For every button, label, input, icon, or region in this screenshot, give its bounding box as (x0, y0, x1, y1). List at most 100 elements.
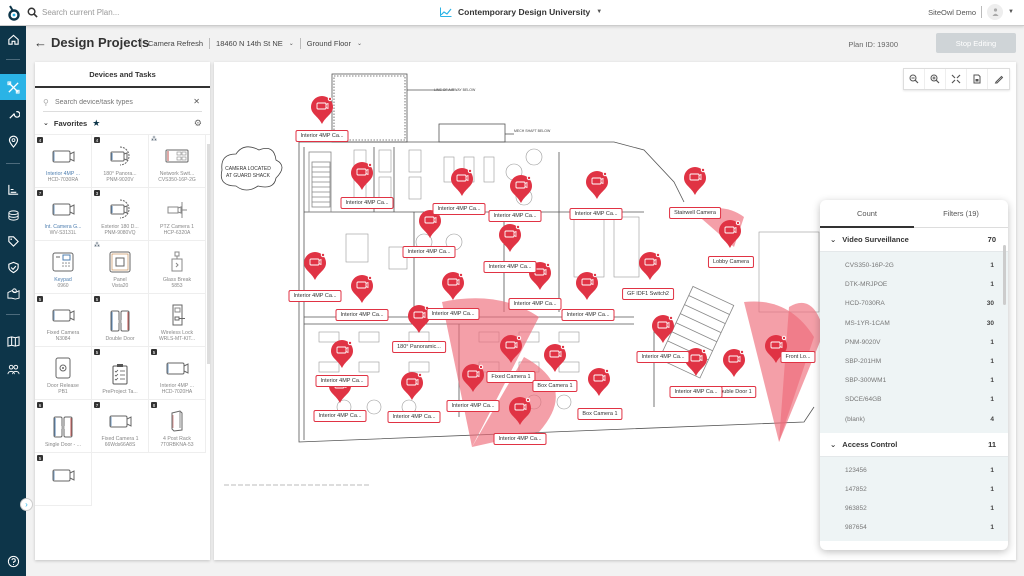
count-row[interactable]: SDCE/64GB 1 (820, 390, 1008, 409)
device-tile[interactable]: ⁂ Network Swit... CVS350-16P-2G (149, 135, 206, 188)
device-label[interactable]: GF IDF1 Switch2 (622, 288, 674, 300)
device-label[interactable]: Interior 4MP Ca... (493, 433, 547, 445)
device-tile[interactable]: 5 Double Door (92, 294, 149, 347)
device-label[interactable]: Box Camera 1 (577, 408, 623, 420)
nav-sites[interactable] (0, 280, 26, 306)
device-marker[interactable] (588, 368, 610, 396)
device-tile[interactable]: 5 PreProject Ta... (92, 347, 149, 400)
device-label[interactable]: Interior 4MP Ca... (313, 410, 367, 422)
device-label[interactable]: Interior 4MP Ca... (335, 309, 389, 321)
count-row[interactable]: (blank) 4 (820, 410, 1008, 429)
nav-users[interactable] (0, 356, 26, 382)
avatar[interactable] (987, 4, 1004, 20)
device-tile[interactable]: 5 Interior 4MP ... HCD-7020HA (149, 347, 206, 400)
chevron-down-icon[interactable]: ▼ (1008, 9, 1014, 15)
device-tile[interactable]: Keypad 0960 (35, 241, 92, 294)
device-label[interactable]: Interior 4MP Ca... (432, 203, 486, 215)
device-label[interactable]: Interior 4MP Ca... (488, 210, 542, 222)
count-row[interactable]: MS-1YR-1CAM 30 (820, 314, 1008, 333)
nav-layers[interactable] (0, 202, 26, 228)
device-label[interactable]: Interior 4MP Ca... (340, 197, 394, 209)
device-tile[interactable]: 4 Interior 4MP ... HCD-7030RA (35, 135, 92, 188)
device-tile[interactable]: PTZ Camera 1 HCP-6320A (149, 188, 206, 241)
device-tile[interactable]: 5 Fixed Camera N3084 (35, 294, 92, 347)
device-marker[interactable] (331, 340, 353, 368)
device-label[interactable]: Interior 4MP Ca... (387, 411, 441, 423)
gear-icon[interactable]: ⚙ (194, 118, 202, 129)
nav-help[interactable] (0, 548, 26, 574)
edit-button[interactable] (988, 69, 1009, 89)
export-button[interactable] (967, 69, 988, 89)
device-label[interactable]: Stairwell Camera (669, 207, 721, 219)
fit-screen-button[interactable] (946, 69, 967, 89)
count-row[interactable]: 123456 1 (820, 461, 1008, 480)
device-label[interactable]: Interior 4MP Ca... (288, 290, 342, 302)
device-tile[interactable]: 84 Post Rack 7T0RBKNA-53 (149, 400, 206, 453)
device-marker[interactable] (586, 171, 608, 199)
device-tile[interactable]: 5 (35, 453, 92, 506)
device-label[interactable]: Interior 4MP Ca... (295, 130, 349, 142)
device-marker[interactable] (351, 275, 373, 303)
device-label[interactable]: Interior 4MP Ca... (402, 246, 456, 258)
device-marker[interactable] (401, 372, 423, 400)
device-marker[interactable] (499, 224, 521, 252)
tab-filters[interactable]: Filters (19) (914, 200, 1008, 227)
count-row[interactable]: SBP-201HM 1 (820, 352, 1008, 371)
device-tile[interactable]: ⁂ Panel Vista20 (92, 241, 149, 294)
device-label[interactable]: Front Lo... (780, 351, 816, 363)
nav-design[interactable] (0, 74, 26, 100)
device-tile[interactable]: 7 Int. Camera G... WV-S3131L (35, 188, 92, 241)
device-label[interactable]: Interior 4MP Ca... (669, 386, 723, 398)
breadcrumb-project[interactable]: Camera Refresh (148, 39, 203, 48)
device-tile[interactable]: 7 Fixed Camera 1 66Wds66A8S (92, 400, 149, 453)
count-row[interactable]: 963852 1 (820, 499, 1008, 518)
organization-selector[interactable]: Contemporary Design University ▼ (440, 7, 602, 17)
count-scrollbar[interactable] (1003, 245, 1006, 305)
device-tile[interactable]: Door Release PB1 (35, 347, 92, 400)
device-label[interactable]: Interior 4MP Ca... (569, 208, 623, 220)
device-marker[interactable] (652, 315, 674, 343)
device-marker[interactable] (544, 344, 566, 372)
device-search-input[interactable] (55, 96, 185, 108)
device-label[interactable]: Interior 4MP Ca... (426, 308, 480, 320)
device-tile[interactable]: 6 Single Door - ... (35, 400, 92, 453)
chevron-down-icon[interactable]: ⌄ (289, 40, 294, 47)
zoom-in-button[interactable] (925, 69, 946, 89)
device-marker[interactable] (451, 168, 473, 196)
nav-security[interactable] (0, 254, 26, 280)
device-label[interactable]: Box Camera 1 (532, 380, 578, 392)
nav-service[interactable] (0, 128, 26, 154)
nav-install[interactable] (0, 101, 26, 127)
count-row[interactable]: 987654 1 (820, 518, 1008, 537)
device-marker[interactable] (442, 272, 464, 300)
panel-scrollbar[interactable] (207, 144, 210, 364)
count-row[interactable]: CVS350-16P-2G 1 (820, 256, 1008, 275)
count-row[interactable]: HCD-7030RA 30 (820, 294, 1008, 313)
device-marker[interactable] (639, 252, 661, 280)
breadcrumb-floor[interactable]: Ground Floor (307, 39, 351, 48)
device-marker[interactable] (576, 272, 598, 300)
device-label[interactable]: Interior 4MP Ca... (446, 400, 500, 412)
nav-map[interactable] (0, 328, 26, 354)
back-button[interactable]: ← Design Projects (34, 35, 149, 50)
device-label[interactable]: Lobby Camera (707, 256, 755, 268)
device-label[interactable]: Interior 4MP Ca... (483, 261, 537, 273)
device-marker[interactable] (719, 220, 741, 248)
user-menu[interactable]: SiteOwl Demo ▼ (928, 4, 1014, 20)
nav-tags[interactable] (0, 228, 26, 254)
count-row[interactable]: SBP-300WM1 1 (820, 371, 1008, 390)
plan-search-input[interactable]: Search current Plan... (42, 8, 119, 17)
device-marker[interactable] (510, 175, 532, 203)
device-marker[interactable] (723, 349, 745, 377)
tab-count[interactable]: Count (820, 200, 914, 228)
device-tile[interactable]: 3 Exterior 180 D... PNM-9080VQ (92, 188, 149, 241)
expand-sidebar-button[interactable]: › (20, 498, 33, 511)
device-tile[interactable]: Wireless Lock WRLS-MT-KIT... (149, 294, 206, 347)
category-header[interactable]: ⌄ Video Surveillance 70 (820, 228, 1008, 252)
device-tile[interactable]: Glass Break 5853 (149, 241, 206, 294)
device-marker[interactable] (684, 167, 706, 195)
count-row[interactable]: DTK-MRJPOE 1 (820, 275, 1008, 294)
device-marker[interactable] (304, 252, 326, 280)
device-label[interactable]: Fixed Camera 1 (486, 371, 536, 383)
nav-reports[interactable] (0, 176, 26, 202)
